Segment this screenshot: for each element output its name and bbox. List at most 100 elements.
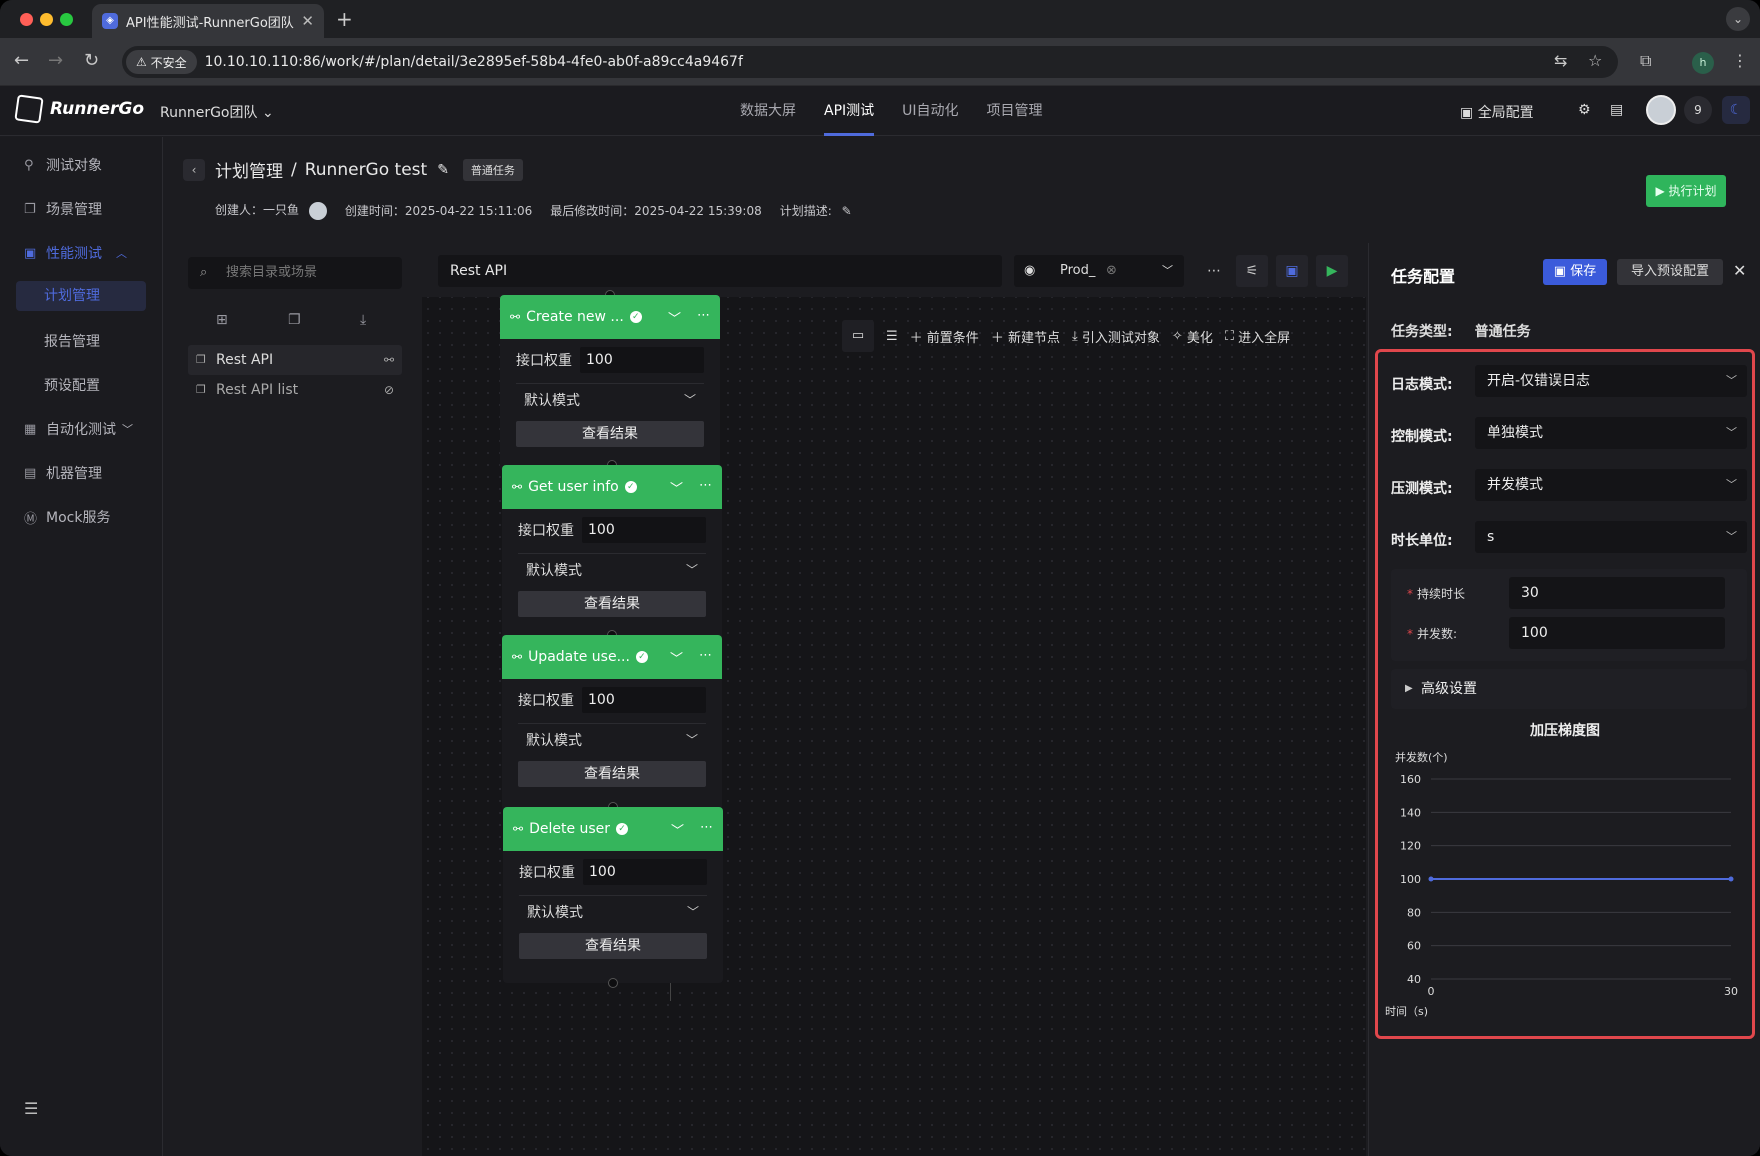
- view-result-button[interactable]: 查看结果: [516, 421, 704, 447]
- sidebar-item-presets[interactable]: 预设配置: [44, 375, 100, 395]
- sidebar-item-scenes[interactable]: ❐ 场景管理: [24, 199, 102, 219]
- env-selector[interactable]: ◉ Prod_ ⊗ ﹀: [1014, 255, 1184, 287]
- fullscreen-button[interactable]: ⛶ 进入全屏: [1225, 327, 1290, 346]
- close-tab-icon[interactable]: ✕: [301, 12, 314, 30]
- run-icon[interactable]: ▶: [1316, 255, 1348, 287]
- team-selector[interactable]: RunnerGo团队 ⌄: [160, 102, 274, 122]
- disabled-icon[interactable]: ⊘: [384, 375, 394, 405]
- nav-dashboard[interactable]: 数据大屏: [726, 86, 810, 136]
- theme-toggle-icon[interactable]: ☾: [1722, 96, 1750, 124]
- concurrency-input[interactable]: 100: [1509, 617, 1725, 649]
- list-icon[interactable]: ☰: [886, 329, 898, 344]
- more-icon[interactable]: ⋯: [700, 820, 713, 839]
- mode-select[interactable]: 默认模式 ﹀: [516, 383, 704, 415]
- beautify-button[interactable]: ✧ 美化: [1172, 327, 1213, 346]
- insecure-indicator[interactable]: ⚠ 不安全: [126, 50, 197, 74]
- more-icon[interactable]: ⋯: [1198, 255, 1230, 287]
- breadcrumb-plans[interactable]: 计划管理: [215, 157, 283, 182]
- control-mode-select[interactable]: 单独模式 ﹀: [1475, 417, 1747, 449]
- scene-name-input[interactable]: Rest API: [438, 255, 1002, 287]
- save-button[interactable]: ▣ 保存: [1543, 259, 1607, 285]
- node-header[interactable]: ⚯ Delete user ✓ ﹀ ⋯: [503, 807, 723, 851]
- duration-input[interactable]: 30: [1509, 577, 1725, 609]
- new-folder-icon[interactable]: ⊞: [216, 312, 228, 328]
- view-result-button[interactable]: 查看结果: [518, 591, 706, 617]
- import-preset-button[interactable]: 导入预设配置: [1617, 259, 1723, 285]
- collapse-sidebar-icon[interactable]: ☰: [24, 1099, 38, 1118]
- copy-scene-icon[interactable]: ❐: [288, 312, 301, 328]
- sidebar-item-reports[interactable]: 报告管理: [44, 331, 100, 351]
- docs-icon[interactable]: ▤: [1610, 102, 1623, 118]
- node-header[interactable]: ⚯ Upadate use... ✓ ﹀ ⋯: [502, 635, 722, 679]
- advanced-settings-toggle[interactable]: ▶ 高级设置: [1391, 669, 1747, 709]
- api-node[interactable]: ⚯ Get user info ✓ ﹀ ⋯ 接口权重 100 默认模式 ﹀ 查看结果: [502, 465, 722, 641]
- tree-item[interactable]: ❐ Rest API list ⊘: [188, 375, 402, 405]
- monitor-icon[interactable]: ▭: [842, 320, 874, 352]
- nav-api-test[interactable]: API测试: [810, 86, 888, 136]
- sidebar-item-plans[interactable]: 计划管理: [16, 281, 146, 311]
- forward-icon[interactable]: →: [48, 50, 63, 71]
- mode-select[interactable]: 默认模式 ﹀: [518, 553, 706, 585]
- chevron-down-icon[interactable]: ﹀: [670, 478, 683, 497]
- weight-input[interactable]: 100: [580, 347, 704, 373]
- reload-icon[interactable]: ↻: [84, 50, 99, 71]
- plugin-icon[interactable]: ⚙: [1578, 102, 1591, 118]
- sidebar-item-machines[interactable]: ▤ 机器管理: [24, 463, 102, 483]
- more-icon[interactable]: ⋯: [697, 308, 710, 327]
- nav-ui-automation[interactable]: UI自动化: [888, 86, 972, 136]
- node-header[interactable]: ⚯ Create new ... ✓ ﹀ ⋯: [500, 295, 720, 339]
- api-node[interactable]: ⚯ Upadate use... ✓ ﹀ ⋯ 接口权重 100 默认模式 ﹀ 查看结果: [502, 635, 722, 811]
- maximize-window-button[interactable]: [60, 13, 73, 26]
- link-icon[interactable]: ⚯: [384, 345, 394, 375]
- api-node[interactable]: ⚯ Delete user ✓ ﹀ ⋯ 接口权重 100 默认模式 ﹀ 查看结果: [503, 807, 723, 983]
- view-result-button[interactable]: 查看结果: [518, 761, 706, 787]
- new-node-button[interactable]: ＋ 新建节点: [991, 327, 1060, 346]
- weight-input[interactable]: 100: [583, 859, 707, 885]
- flow-canvas[interactable]: Rest API ◉ Prod_ ⊗ ﹀ ⋯ ⚟ ▣ ▶ ▭ ☰ ＋ 前置条件 …: [422, 243, 1366, 1156]
- node-output-port[interactable]: [608, 978, 618, 988]
- address-bar[interactable]: ⚠ 不安全 10.10.10.110:86/work/#/plan/detail…: [122, 46, 1618, 78]
- user-avatar[interactable]: [1646, 95, 1676, 125]
- api-node[interactable]: ⚯ Create new ... ✓ ﹀ ⋯ 接口权重 100 默认模式 ﹀ 查看结果: [500, 295, 720, 471]
- node-header[interactable]: ⚯ Get user info ✓ ﹀ ⋯: [502, 465, 722, 509]
- weight-input[interactable]: 100: [582, 687, 706, 713]
- bookmark-star-icon[interactable]: ☆: [1588, 51, 1602, 70]
- browser-menu-icon[interactable]: ⋮: [1732, 51, 1748, 70]
- sidebar-item-test-objects[interactable]: ⚲ 测试对象: [24, 155, 102, 175]
- more-icon[interactable]: ⋯: [699, 648, 712, 667]
- member-count-badge[interactable]: 9: [1684, 96, 1712, 124]
- log-mode-select[interactable]: 开启-仅错误日志 ﹀: [1475, 365, 1747, 397]
- time-unit-select[interactable]: s ﹀: [1475, 521, 1747, 553]
- clear-icon[interactable]: ⊗: [1106, 255, 1117, 287]
- back-arrow-icon[interactable]: ‹: [183, 158, 205, 181]
- chevron-down-icon[interactable]: ﹀: [670, 648, 683, 667]
- chevron-down-icon[interactable]: ﹀: [668, 308, 681, 327]
- edit-icon[interactable]: ✎: [437, 162, 449, 178]
- close-window-button[interactable]: [20, 13, 33, 26]
- view-result-button[interactable]: 查看结果: [519, 933, 707, 959]
- import-icon[interactable]: ⤓: [360, 312, 366, 328]
- logo[interactable]: RunnerGo: [14, 94, 144, 124]
- import-object-button[interactable]: ⤓ 引入测试对象: [1072, 327, 1160, 346]
- extensions-icon[interactable]: ⧉: [1640, 51, 1651, 71]
- mode-select[interactable]: 默认模式 ﹀: [518, 723, 706, 755]
- close-icon[interactable]: ✕: [1733, 261, 1746, 280]
- mode-select[interactable]: 默认模式 ﹀: [519, 895, 707, 927]
- edit-desc-icon[interactable]: ✎: [842, 204, 852, 218]
- translate-icon[interactable]: ⇆: [1554, 51, 1567, 70]
- back-icon[interactable]: ←: [14, 50, 29, 71]
- sidebar-item-performance[interactable]: ▣ 性能测试 ︿: [24, 243, 127, 263]
- browser-tab[interactable]: ◈ API性能测试-RunnerGo团队 ✕: [92, 4, 324, 38]
- preconditions-button[interactable]: ＋ 前置条件: [910, 327, 979, 346]
- more-icon[interactable]: ⋯: [699, 478, 712, 497]
- sidebar-item-automation[interactable]: ▦ 自动化测试 ﹀: [24, 419, 133, 439]
- tree-item[interactable]: ❐ Rest API ⚯: [188, 345, 402, 375]
- eye-icon[interactable]: ◉: [1024, 255, 1035, 287]
- chevron-down-icon[interactable]: ﹀: [671, 820, 684, 839]
- profile-avatar[interactable]: h: [1692, 52, 1714, 74]
- nav-project-management[interactable]: 项目管理: [973, 86, 1057, 136]
- sidebar-item-mock[interactable]: Ⓜ Mock服务: [24, 507, 110, 527]
- weight-input[interactable]: 100: [582, 517, 706, 543]
- pressure-mode-select[interactable]: 并发模式 ﹀: [1475, 469, 1747, 501]
- settings-sliders-icon[interactable]: ⚟: [1236, 255, 1268, 287]
